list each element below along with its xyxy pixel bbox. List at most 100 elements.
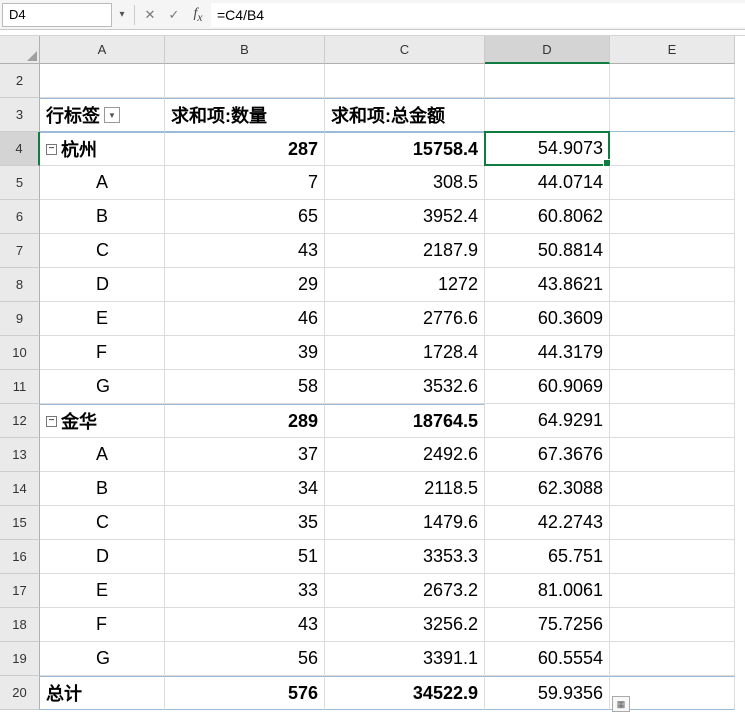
pivot-item-calc[interactable]: 42.2743 bbox=[485, 506, 610, 540]
pivot-item-qty[interactable]: 29 bbox=[165, 268, 325, 302]
pivot-item-label[interactable]: E bbox=[40, 574, 165, 608]
cancel-icon[interactable]: ✕ bbox=[139, 3, 161, 27]
pivot-item-label[interactable]: B bbox=[40, 472, 165, 506]
collapse-icon[interactable]: − bbox=[46, 416, 57, 427]
pivot-row-label-header[interactable]: 行标签▼ bbox=[40, 98, 165, 132]
pivot-group[interactable]: −杭州 bbox=[40, 132, 165, 166]
pivot-item-amount[interactable]: 2118.5 bbox=[325, 472, 485, 506]
pivot-item-amount[interactable]: 3391.1 bbox=[325, 642, 485, 676]
pivot-item-qty[interactable]: 39 bbox=[165, 336, 325, 370]
pivot-item-qty[interactable]: 56 bbox=[165, 642, 325, 676]
name-box-dropdown-icon[interactable]: ▾ bbox=[114, 3, 130, 27]
collapse-icon[interactable]: − bbox=[46, 144, 57, 155]
row-header-20[interactable]: 20 bbox=[0, 676, 40, 710]
pivot-item-label[interactable]: B bbox=[40, 200, 165, 234]
cell[interactable] bbox=[610, 268, 735, 302]
pivot-item-calc[interactable]: 44.3179 bbox=[485, 336, 610, 370]
pivot-item-calc[interactable]: 81.0061 bbox=[485, 574, 610, 608]
pivot-item-amount[interactable]: 1728.4 bbox=[325, 336, 485, 370]
confirm-icon[interactable]: ✓ bbox=[163, 3, 185, 27]
pivot-item-label[interactable]: D bbox=[40, 268, 165, 302]
row-header-11[interactable]: 11 bbox=[0, 370, 40, 404]
pivot-item-qty[interactable]: 46 bbox=[165, 302, 325, 336]
row-header-8[interactable]: 8 bbox=[0, 268, 40, 302]
row-header-15[interactable]: 15 bbox=[0, 506, 40, 540]
cell[interactable] bbox=[325, 64, 485, 98]
pivot-group-amount[interactable]: 15758.4 bbox=[325, 132, 485, 166]
pivot-item-amount[interactable]: 3353.3 bbox=[325, 540, 485, 574]
pivot-item-label[interactable]: D bbox=[40, 540, 165, 574]
cell[interactable] bbox=[610, 336, 735, 370]
pivot-total-calc[interactable]: 59.9356 bbox=[485, 676, 610, 710]
row-header-17[interactable]: 17 bbox=[0, 574, 40, 608]
pivot-item-qty[interactable]: 7 bbox=[165, 166, 325, 200]
pivot-item-label[interactable]: F bbox=[40, 336, 165, 370]
pivot-item-qty[interactable]: 43 bbox=[165, 234, 325, 268]
row-header-2[interactable]: 2 bbox=[0, 64, 40, 98]
cell[interactable] bbox=[610, 64, 735, 98]
col-header-E[interactable]: E bbox=[610, 36, 735, 64]
pivot-item-amount[interactable]: 2673.2 bbox=[325, 574, 485, 608]
cell[interactable] bbox=[610, 540, 735, 574]
pivot-item-qty[interactable]: 58 bbox=[165, 370, 325, 404]
pivot-item-qty[interactable]: 34 bbox=[165, 472, 325, 506]
pivot-group-qty[interactable]: 289 bbox=[165, 404, 325, 438]
cell[interactable] bbox=[610, 234, 735, 268]
cell[interactable] bbox=[610, 506, 735, 540]
row-header-3[interactable]: 3 bbox=[0, 98, 40, 132]
row-header-18[interactable]: 18 bbox=[0, 608, 40, 642]
fx-icon[interactable]: fx bbox=[187, 3, 209, 27]
pivot-item-calc[interactable]: 44.0714 bbox=[485, 166, 610, 200]
cell[interactable] bbox=[610, 166, 735, 200]
pivot-group-qty[interactable]: 287 bbox=[165, 132, 325, 166]
row-header-14[interactable]: 14 bbox=[0, 472, 40, 506]
row-header-13[interactable]: 13 bbox=[0, 438, 40, 472]
pivot-item-amount[interactable]: 2776.6 bbox=[325, 302, 485, 336]
row-header-7[interactable]: 7 bbox=[0, 234, 40, 268]
pivot-item-calc[interactable]: 65.751 bbox=[485, 540, 610, 574]
pivot-item-calc[interactable]: 60.8062 bbox=[485, 200, 610, 234]
col-header-A[interactable]: A bbox=[40, 36, 165, 64]
autofill-options-icon[interactable]: ▦ bbox=[612, 696, 630, 712]
pivot-item-qty[interactable]: 35 bbox=[165, 506, 325, 540]
row-header-5[interactable]: 5 bbox=[0, 166, 40, 200]
cell[interactable] bbox=[610, 98, 735, 132]
pivot-total-qty[interactable]: 576 bbox=[165, 676, 325, 710]
pivot-item-amount[interactable]: 3952.4 bbox=[325, 200, 485, 234]
cell[interactable] bbox=[610, 370, 735, 404]
name-box[interactable]: D4 bbox=[2, 3, 112, 27]
cell[interactable] bbox=[485, 98, 610, 132]
pivot-item-calc[interactable]: 67.3676 bbox=[485, 438, 610, 472]
cell[interactable] bbox=[610, 574, 735, 608]
pivot-qty-header[interactable]: 求和项:数量 bbox=[165, 98, 325, 132]
cell[interactable] bbox=[610, 472, 735, 506]
pivot-item-qty[interactable]: 37 bbox=[165, 438, 325, 472]
pivot-item-label[interactable]: G bbox=[40, 642, 165, 676]
cell[interactable] bbox=[610, 438, 735, 472]
pivot-item-qty[interactable]: 43 bbox=[165, 608, 325, 642]
pivot-total-amount[interactable]: 34522.9 bbox=[325, 676, 485, 710]
pivot-total-label[interactable]: 总计 bbox=[40, 676, 165, 710]
filter-dropdown-icon[interactable]: ▼ bbox=[104, 107, 120, 123]
row-header-16[interactable]: 16 bbox=[0, 540, 40, 574]
pivot-item-amount[interactable]: 3532.6 bbox=[325, 370, 485, 404]
pivot-item-qty[interactable]: 65 bbox=[165, 200, 325, 234]
col-header-B[interactable]: B bbox=[165, 36, 325, 64]
row-header-6[interactable]: 6 bbox=[0, 200, 40, 234]
pivot-item-label[interactable]: C bbox=[40, 506, 165, 540]
formula-input[interactable]: =C4/B4 bbox=[211, 3, 745, 27]
cell[interactable] bbox=[610, 404, 735, 438]
pivot-item-calc[interactable]: 62.3088 bbox=[485, 472, 610, 506]
pivot-item-amount[interactable]: 1272 bbox=[325, 268, 485, 302]
pivot-amount-header[interactable]: 求和项:总金额 bbox=[325, 98, 485, 132]
pivot-item-calc[interactable]: 50.8814 bbox=[485, 234, 610, 268]
col-header-D[interactable]: D bbox=[485, 36, 610, 64]
pivot-item-amount[interactable]: 2187.9 bbox=[325, 234, 485, 268]
pivot-item-amount[interactable]: 308.5 bbox=[325, 166, 485, 200]
pivot-item-qty[interactable]: 33 bbox=[165, 574, 325, 608]
cell[interactable] bbox=[610, 608, 735, 642]
cell[interactable] bbox=[40, 64, 165, 98]
pivot-item-calc[interactable]: 75.7256 bbox=[485, 608, 610, 642]
pivot-item-qty[interactable]: 51 bbox=[165, 540, 325, 574]
cell[interactable] bbox=[610, 642, 735, 676]
